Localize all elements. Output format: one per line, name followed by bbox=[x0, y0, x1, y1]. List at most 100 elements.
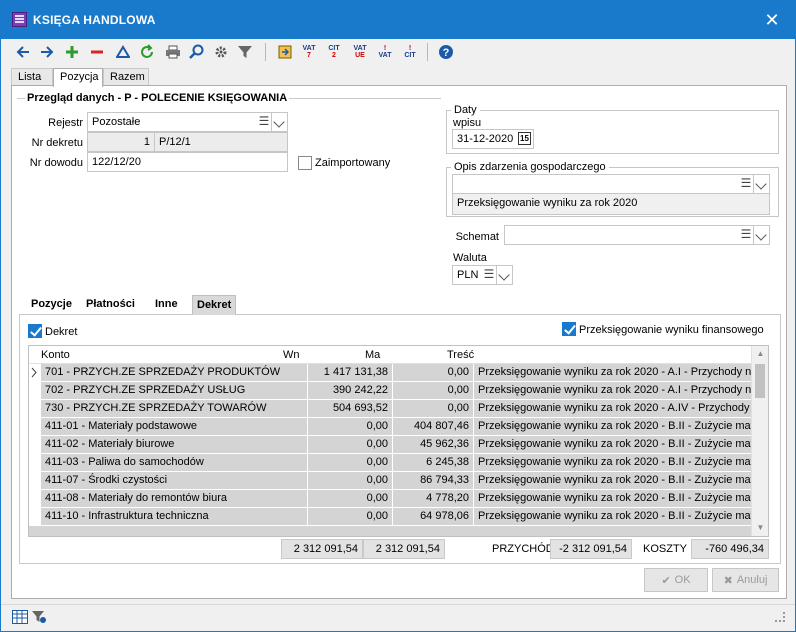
wpisu-date-field[interactable]: 31-12-2020 15 bbox=[452, 129, 534, 149]
tab-pozycja[interactable]: Pozycja bbox=[53, 68, 103, 87]
dekret-checkbox[interactable] bbox=[28, 324, 42, 338]
cell-konto[interactable]: 411-08 - Materiały do remontów biura bbox=[41, 490, 307, 507]
cell-ma[interactable]: 0,00 bbox=[393, 382, 473, 399]
resize-grip-icon[interactable] bbox=[775, 612, 785, 622]
menu-lines-icon[interactable]: ☰ bbox=[739, 226, 753, 244]
grid-view-icon[interactable] bbox=[12, 610, 28, 627]
cell-wn[interactable]: 1 417 131,38 bbox=[308, 364, 392, 381]
vat-ue-icon[interactable]: VAT UE bbox=[350, 42, 370, 62]
settings-gear-icon[interactable] bbox=[211, 42, 231, 62]
cell-ma[interactable]: 404 807,46 bbox=[393, 418, 473, 435]
close-button[interactable]: ✕ bbox=[749, 1, 795, 39]
cell-wn[interactable]: 0,00 bbox=[308, 454, 392, 471]
cell-wn[interactable]: 504 693,52 bbox=[308, 400, 392, 417]
cell-konto[interactable]: 701 - PRZYCH.ZE SPRZEDAŻY PRODUKTÓW bbox=[41, 364, 307, 381]
cell-konto[interactable]: 730 - PRZYCH.ZE SPRZEDAŻY TOWARÓW bbox=[41, 400, 307, 417]
search-icon[interactable] bbox=[187, 42, 207, 62]
cell-ma[interactable]: 0,00 bbox=[393, 364, 473, 381]
chevron-down-icon[interactable] bbox=[271, 113, 287, 131]
cell-tresc[interactable]: Przeksięgowanie wyniku za rok 2020 - B.I… bbox=[474, 472, 751, 489]
col-header-ma[interactable]: Ma bbox=[365, 349, 380, 361]
subtab-pozycje[interactable]: Pozycje bbox=[27, 295, 76, 315]
table-row[interactable]: 701 - PRZYCH.ZE SPRZEDAŻY PRODUKTÓW 1 417… bbox=[29, 364, 751, 382]
dekret-grid[interactable]: Konto Wn Ma Treść 701 - PRZYCH.ZE SPRZED… bbox=[28, 345, 769, 537]
subtab-platnosci[interactable]: Płatności bbox=[82, 295, 139, 315]
menu-lines-icon[interactable]: ☰ bbox=[482, 266, 496, 284]
cell-wn[interactable]: 0,00 bbox=[308, 418, 392, 435]
remove-icon[interactable] bbox=[87, 42, 107, 62]
table-row[interactable]: 411-02 - Materiały biurowe 0,00 45 962,36 P… bbox=[29, 436, 751, 454]
edit-triangle-icon[interactable] bbox=[113, 42, 133, 62]
rejestr-combo[interactable]: Pozostałe ☰ bbox=[87, 112, 288, 132]
grid-vertical-scrollbar[interactable]: ▲ ▼ bbox=[751, 346, 768, 536]
subtab-inne[interactable]: Inne bbox=[151, 295, 182, 315]
cell-wn[interactable]: 0,00 bbox=[308, 508, 392, 525]
tab-razem[interactable]: Razem bbox=[103, 68, 149, 86]
scroll-down-icon[interactable]: ▼ bbox=[752, 520, 768, 536]
cit2-icon[interactable]: CIT 2 bbox=[324, 42, 344, 62]
ok-button[interactable]: ✔ OK bbox=[644, 568, 708, 592]
cell-tresc[interactable]: Przeksięgowanie wyniku za rok 2020 - B.I… bbox=[474, 454, 751, 471]
cell-ma[interactable]: 64 978,06 bbox=[393, 508, 473, 525]
przeksiegowanie-checkbox[interactable] bbox=[562, 322, 576, 336]
table-row[interactable]: 411-03 - Paliwa do samochodów 0,00 6 245,3… bbox=[29, 454, 751, 472]
cell-konto[interactable]: 702 - PRZYCH.ZE SPRZEDAŻY USŁUG bbox=[41, 382, 307, 399]
opis-combo[interactable]: ☰ bbox=[452, 174, 770, 194]
cell-ma[interactable]: 6 245,38 bbox=[393, 454, 473, 471]
cell-tresc[interactable]: Przeksięgowanie wyniku za rok 2020 - B.I… bbox=[474, 418, 751, 435]
table-row[interactable]: 411-08 - Materiały do remontów biura 0,00… bbox=[29, 490, 751, 508]
table-row[interactable]: 411-10 - Infrastruktura techniczna 0,00 64… bbox=[29, 508, 751, 526]
cell-ma[interactable]: 0,00 bbox=[393, 400, 473, 417]
cell-tresc[interactable]: Przeksięgowanie wyniku za rok 2020 - B.I… bbox=[474, 508, 751, 525]
table-row[interactable]: 730 - PRZYCH.ZE SPRZEDAŻY TOWARÓW 504 693… bbox=[29, 400, 751, 418]
cell-tresc[interactable]: Przeksięgowanie wyniku za rok 2020 - B.I… bbox=[474, 490, 751, 507]
nr-dowodu-field[interactable]: 122/12/20 bbox=[87, 152, 288, 172]
cell-tresc[interactable]: Przeksięgowanie wyniku za rok 2020 - A.I… bbox=[474, 364, 751, 381]
cell-konto[interactable]: 411-07 - Środki czystości bbox=[41, 472, 307, 489]
refresh-icon[interactable] bbox=[137, 42, 157, 62]
zaimportowany-checkbox[interactable] bbox=[298, 156, 312, 170]
table-row[interactable]: 411-07 - Środki czystości 0,00 86 794,33 Pr… bbox=[29, 472, 751, 490]
scroll-up-icon[interactable]: ▲ bbox=[752, 346, 768, 362]
cell-wn[interactable]: 0,00 bbox=[308, 490, 392, 507]
menu-lines-icon[interactable]: ☰ bbox=[739, 175, 753, 193]
col-header-tresc[interactable]: Treść bbox=[447, 349, 474, 361]
cell-wn[interactable]: 390 242,22 bbox=[308, 382, 392, 399]
cell-ma[interactable]: 86 794,33 bbox=[393, 472, 473, 489]
cit-warning-icon[interactable]: ! CIT bbox=[400, 42, 420, 62]
cell-konto[interactable]: 411-10 - Infrastruktura techniczna bbox=[41, 508, 307, 525]
vat-warning-icon[interactable]: ! VAT bbox=[375, 42, 395, 62]
forward-arrow-icon[interactable] bbox=[37, 42, 57, 62]
schemat-combo[interactable]: ☰ bbox=[504, 225, 770, 245]
tab-lista[interactable]: Lista bbox=[11, 68, 53, 86]
cell-wn[interactable]: 0,00 bbox=[308, 472, 392, 489]
filter-settings-icon[interactable] bbox=[31, 610, 47, 627]
chevron-down-icon[interactable] bbox=[753, 226, 769, 244]
chevron-down-icon[interactable] bbox=[496, 266, 512, 284]
table-row[interactable]: 411-01 - Materiały podstawowe 0,00 404 807… bbox=[29, 418, 751, 436]
back-arrow-icon[interactable] bbox=[13, 42, 33, 62]
col-header-konto[interactable]: Konto bbox=[41, 349, 70, 361]
chevron-down-icon[interactable] bbox=[753, 175, 769, 193]
filter-icon[interactable] bbox=[235, 42, 255, 62]
cancel-button[interactable]: ✖ Anuluj bbox=[712, 568, 779, 592]
opis-text[interactable]: Przeksięgowanie wyniku za rok 2020 bbox=[452, 193, 770, 215]
cell-tresc[interactable]: Przeksięgowanie wyniku za rok 2020 - A.I… bbox=[474, 400, 751, 417]
help-icon[interactable]: ? bbox=[436, 42, 456, 62]
add-icon[interactable] bbox=[62, 42, 82, 62]
export-icon[interactable] bbox=[275, 42, 295, 62]
waluta-combo[interactable]: PLN ☰ bbox=[452, 265, 513, 285]
cell-ma[interactable]: 4 778,20 bbox=[393, 490, 473, 507]
cell-wn[interactable]: 0,00 bbox=[308, 436, 392, 453]
col-header-wn[interactable]: Wn bbox=[283, 349, 300, 361]
cell-tresc[interactable]: Przeksięgowanie wyniku za rok 2020 - B.I… bbox=[474, 436, 751, 453]
subtab-dekret[interactable]: Dekret bbox=[192, 295, 237, 315]
table-row[interactable]: 702 - PRZYCH.ZE SPRZEDAŻY USŁUG 390 242,2… bbox=[29, 382, 751, 400]
cell-konto[interactable]: 411-02 - Materiały biurowe bbox=[41, 436, 307, 453]
cell-konto[interactable]: 411-03 - Paliwa do samochodów bbox=[41, 454, 307, 471]
cell-ma[interactable]: 45 962,36 bbox=[393, 436, 473, 453]
calendar-icon[interactable]: 15 bbox=[518, 132, 531, 145]
scroll-thumb[interactable] bbox=[755, 364, 765, 398]
print-icon[interactable] bbox=[163, 42, 183, 62]
cell-konto[interactable]: 411-01 - Materiały podstawowe bbox=[41, 418, 307, 435]
